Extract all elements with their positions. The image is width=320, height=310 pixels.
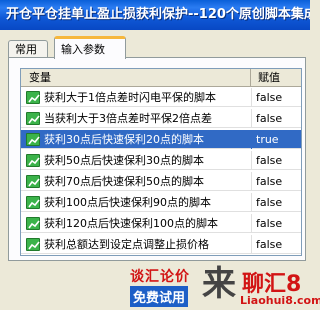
table-row[interactable]: 当获利大于3倍点差时平保2倍点差 false: [21, 109, 301, 128]
parameter-name: 获利120点后快速保利100点的脚本: [44, 217, 218, 230]
watermark-logo: 谈汇论价 免费试用 来 聊汇8 Liaohui8.com: [130, 264, 320, 310]
window-title: 开仓平仓挂单止盈止损获利保护--120个原创脚本集成: [0, 0, 310, 30]
column-divider: [251, 151, 252, 170]
parameter-value[interactable]: false: [256, 109, 282, 128]
parameter-name: 获利30点后快速保利20点的脚本: [44, 133, 204, 146]
column-divider: [251, 172, 252, 191]
parameter-icon: [26, 133, 40, 146]
parameter-value[interactable]: false: [256, 235, 282, 254]
parameter-value[interactable]: true: [256, 130, 279, 149]
parameter-value[interactable]: false: [256, 193, 282, 212]
column-divider: [251, 130, 252, 149]
tab-input-parameters[interactable]: 输入参数: [54, 36, 126, 59]
table-row[interactable]: 获利30点后快速保利20点的脚本 true: [21, 130, 301, 149]
table-header: 变量 赋值: [21, 69, 301, 87]
parameter-value[interactable]: false: [256, 214, 282, 233]
parameter-value[interactable]: false: [256, 172, 282, 191]
table-row[interactable]: 获利120点后快速保利100点的脚本 false: [21, 214, 301, 233]
parameter-icon: [26, 175, 40, 188]
parameter-name: 获利50点后快速保利30点的脚本: [44, 154, 204, 167]
table-row[interactable]: 获利大于1倍点差时闪电平保的脚本 false: [21, 88, 301, 107]
column-divider: [251, 109, 252, 128]
parameter-value[interactable]: false: [256, 151, 282, 170]
watermark-trial: 免费试用: [130, 286, 189, 307]
table-row[interactable]: 获利50点后快速保利30点的脚本 false: [21, 151, 301, 170]
parameter-icon: [26, 112, 40, 125]
parameter-name: 当获利大于3倍点差时平保2倍点差: [44, 112, 212, 125]
parameter-icon: [26, 154, 40, 167]
parameter-value[interactable]: false: [256, 88, 282, 107]
tab-panel: 变量 赋值 获利大于1倍点差时闪电平保的脚本 false 当获利大于3倍点差时平保2…: [8, 57, 306, 261]
column-divider: [251, 193, 252, 212]
watermark-slogan: 谈汇论价: [130, 269, 190, 285]
parameter-icon: [26, 217, 40, 230]
parameter-icon: [26, 196, 40, 209]
parameter-name: 获利总额达到设定点调整止损价格: [44, 238, 209, 251]
column-divider: [251, 214, 252, 233]
column-header-variable[interactable]: 变量: [21, 69, 251, 87]
parameter-name: 获利100点后快速保利90点的脚本: [44, 196, 211, 209]
parameter-name: 获利70点后快速保利50点的脚本: [44, 175, 204, 188]
parameter-name: 获利大于1倍点差时闪电平保的脚本: [44, 91, 216, 104]
watermark-char: 来: [202, 264, 236, 304]
table-row[interactable]: 获利总额达到设定点调整止损价格 false: [21, 235, 301, 254]
tab-common[interactable]: 常用: [8, 40, 48, 58]
parameter-icon: [26, 91, 40, 104]
table-row[interactable]: 获利70点后快速保利50点的脚本 false: [21, 172, 301, 191]
parameter-icon: [26, 238, 40, 251]
parameters-table: 变量 赋值 获利大于1倍点差时闪电平保的脚本 false 当获利大于3倍点差时平保2…: [20, 68, 302, 256]
watermark-url: Liaohui8.com: [240, 294, 320, 307]
column-divider: [251, 88, 252, 107]
column-divider: [251, 235, 252, 254]
column-header-value[interactable]: 赋值: [252, 69, 280, 87]
table-row[interactable]: 获利100点后快速保利90点的脚本 false: [21, 193, 301, 212]
